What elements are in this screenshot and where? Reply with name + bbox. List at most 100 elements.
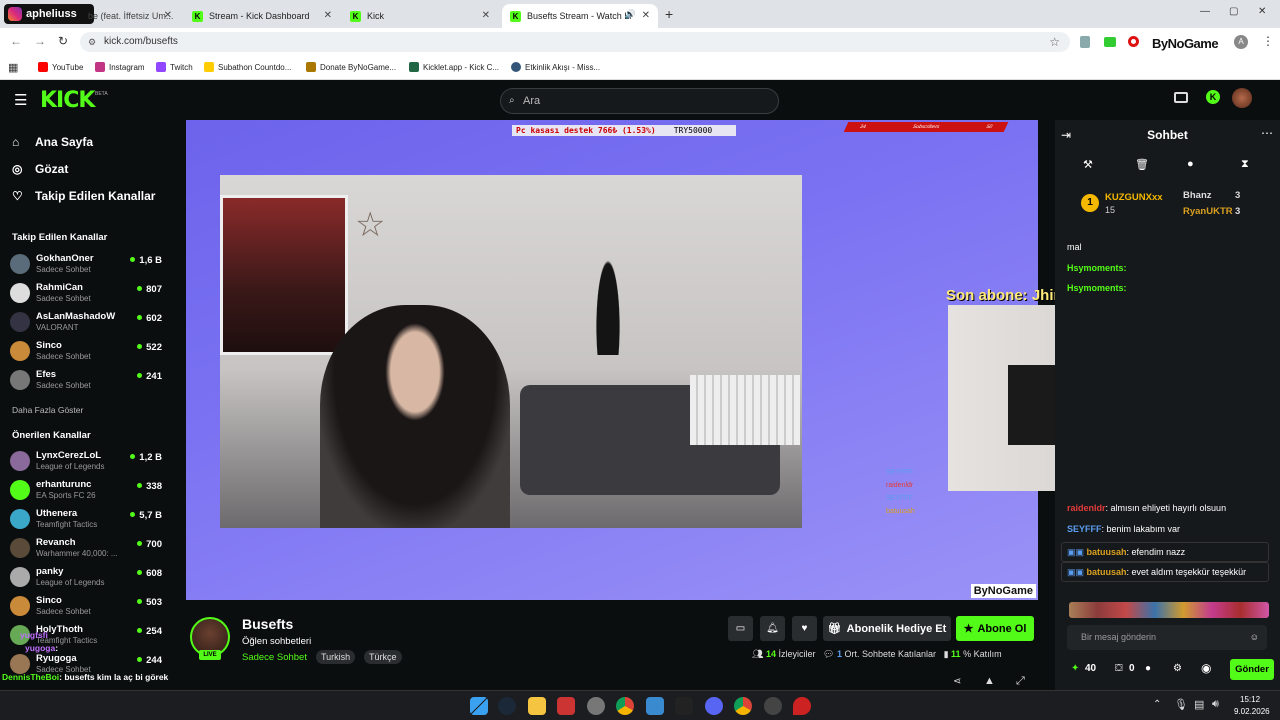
new-tab-icon[interactable]: + <box>665 6 673 22</box>
chrome-icon[interactable] <box>616 697 634 715</box>
speaker-icon[interactable]: 🔊 <box>625 9 636 20</box>
trash-icon[interactable]: 🗑︎ <box>1135 158 1149 171</box>
channel-panky[interactable]: panky League of Legends 608 <box>10 564 162 590</box>
kick-k-icon[interactable]: K <box>1206 90 1220 104</box>
site-info-icon[interactable]: ⚙ <box>88 32 96 52</box>
leaderboard-top-name[interactable]: KUZGUNXxx <box>1105 192 1163 203</box>
window-close-icon[interactable]: ✕ <box>1258 6 1266 17</box>
bookmark-star-icon[interactable]: ☆ <box>1049 32 1060 52</box>
ticket-icon[interactable] <box>1174 92 1188 103</box>
leaderboard-second-name[interactable]: Bhanz <box>1183 190 1212 201</box>
channel-efes[interactable]: Efes Sadece Sohbet 241 <box>10 367 162 393</box>
bookmark-subathon[interactable]: Subathon Countdo... <box>204 62 291 72</box>
clock-time[interactable]: 15:12 <box>1240 695 1260 704</box>
settings-gear-icon[interactable]: ⚙ <box>1173 663 1182 674</box>
search-input[interactable]: ⌕ Ara <box>500 88 779 114</box>
report-icon[interactable]: ▲ <box>984 675 995 687</box>
points-icon[interactable]: ✦ <box>1071 663 1079 674</box>
bookmark-twitch[interactable]: Twitch <box>156 62 193 72</box>
account-avatar-icon[interactable]: A <box>1234 35 1248 49</box>
stream-category[interactable]: Sadece Sohbet <box>242 652 307 663</box>
extension-opera-icon[interactable] <box>1128 36 1139 47</box>
channel-aslanmashadow[interactable]: AsLanMashadoW VALORANT 602 <box>10 309 162 335</box>
clip-button[interactable]: ▭ <box>728 616 753 641</box>
file-explorer-icon[interactable] <box>528 697 546 715</box>
steam-icon[interactable] <box>498 697 516 715</box>
app4-icon[interactable] <box>793 697 811 715</box>
gift-subscription-button[interactable]: 🎁︎ Abonelik Hediye Et <box>823 616 951 641</box>
nav-following[interactable]: ♡ Takip Edilen Kanallar <box>12 189 155 203</box>
share-icon[interactable]: ⋖ <box>953 676 961 687</box>
back-icon[interactable]: ← <box>10 34 22 48</box>
video-player[interactable]: Pc kasası destek 766₺ (1.53%) TRY50000 34… <box>186 120 1038 600</box>
close-icon[interactable]: ✕ <box>164 10 172 21</box>
channel-revanch[interactable]: Revanch Warhammer 40,000: ... 700 <box>10 535 162 561</box>
chat-bubble-icon[interactable]: ● <box>1187 158 1194 170</box>
discord-icon[interactable]: ◉ <box>1201 661 1211 675</box>
pin-icon[interactable]: ⚒ <box>1083 158 1093 171</box>
bookmark-youtube[interactable]: YouTube <box>38 62 83 72</box>
notification-button[interactable]: 🔔︎ <box>760 616 785 641</box>
channel-erhanturunc[interactable]: erhanturunc EA Sports FC 26 338 <box>10 477 162 503</box>
chat-input[interactable]: Bir mesaj gönderin ☺ <box>1067 625 1267 650</box>
profile-badge[interactable]: apheliuss <box>4 4 94 24</box>
network-icon[interactable]: ▤ <box>1194 698 1204 711</box>
tab-kick[interactable]: K Kick ✕ <box>342 4 498 28</box>
minimize-icon[interactable]: — <box>1200 6 1210 17</box>
apps-grid-icon[interactable]: ▦ <box>8 61 18 74</box>
epic-icon[interactable] <box>675 697 693 715</box>
obs-icon[interactable] <box>557 697 575 715</box>
app3-icon[interactable] <box>764 697 782 715</box>
chrome-icon[interactable] <box>734 697 752 715</box>
mic-icon[interactable]: 🎙︎ <box>1174 698 1188 711</box>
user-avatar[interactable] <box>1232 88 1252 108</box>
channel-sinco[interactable]: Sinco Sadece Sohbet 522 <box>10 338 162 364</box>
menu-dots-icon[interactable]: ⋮ <box>1262 34 1274 48</box>
show-more-link[interactable]: Daha Fazla Göster <box>12 405 83 415</box>
chat-more-icon[interactable]: ⋯ <box>1261 126 1273 140</box>
tray-chevron-icon[interactable]: ⌃ <box>1153 699 1161 710</box>
close-icon[interactable]: ✕ <box>324 10 332 21</box>
nav-browse[interactable]: ◎ Gözat <box>12 162 68 176</box>
vault-icon[interactable]: ⛋ <box>1115 663 1123 674</box>
subscribe-button[interactable]: ★ Abone Ol <box>956 616 1034 641</box>
url-field[interactable]: ⚙ kick.com/busefts ☆ <box>80 32 1070 52</box>
close-icon[interactable]: ✕ <box>482 10 490 21</box>
discord-icon[interactable] <box>705 697 723 715</box>
tab-busefts-stream[interactable]: K Busefts Stream - Watch Live 🔊 ✕ <box>502 4 658 28</box>
tag-turkce[interactable]: Türkçe <box>364 650 402 664</box>
tab-music[interactable]: be (feat. İffetsiz Um... ✕ <box>88 4 180 28</box>
kick-logo[interactable]: KICK <box>40 88 95 113</box>
bookmark-instagram[interactable]: Instagram <box>95 62 145 72</box>
channel-rahmican[interactable]: RahmiCan Sadece Sohbet 807 <box>10 280 162 306</box>
volume-icon[interactable]: 🔊︎ <box>1212 698 1219 711</box>
bookmark-donate-bynogame[interactable]: Donate ByNoGame... <box>306 62 396 72</box>
channel-sinco[interactable]: Sinco Sadece Sohbet 503 <box>10 593 162 619</box>
clock-date[interactable]: 9.02.2026 <box>1234 707 1270 716</box>
emote-bar[interactable] <box>1069 602 1269 618</box>
extension-green-icon[interactable] <box>1104 37 1116 47</box>
channel-gokhanoner[interactable]: GokhanOner Sadece Sohbet 1,6 B <box>10 251 162 277</box>
maximize-icon[interactable]: ▢ <box>1229 6 1238 17</box>
channel-lynxcerezlol[interactable]: LynxCerezLoL League of Legends 1,2 B <box>10 448 162 474</box>
extension-shield-icon[interactable] <box>1080 36 1090 48</box>
chat-bubble-icon[interactable]: ● <box>1145 663 1151 674</box>
bookmark-kicklet[interactable]: Kicklet.app - Kick C... <box>409 62 499 72</box>
reload-icon[interactable]: ↻ <box>58 34 68 48</box>
channel-uthenera[interactable]: Uthenera Teamfight Tactics 5,7 B <box>10 506 162 532</box>
follow-button[interactable]: ♥ <box>792 616 817 641</box>
hamburger-menu-icon[interactable]: ☰ <box>14 91 27 109</box>
leaderboard-third-name[interactable]: RyanUKTR <box>1183 206 1233 217</box>
forward-icon[interactable]: → <box>34 34 46 48</box>
theater-mode-icon[interactable]: ⤢ <box>1016 675 1025 688</box>
streamer-name[interactable]: Busefts <box>242 616 293 632</box>
bookmark-etkinlik[interactable]: Etkinlik Akışı - Miss... <box>511 62 600 72</box>
close-icon[interactable]: ✕ <box>642 10 650 21</box>
windows-start-icon[interactable] <box>470 697 488 715</box>
tab-kick-dashboard[interactable]: K Stream - Kick Dashboard ✕ <box>184 4 340 28</box>
emoji-icon[interactable]: ☺ <box>1250 625 1259 650</box>
bynogame-extension[interactable]: ByNoGame <box>1152 36 1219 51</box>
nav-home[interactable]: ⌂ Ana Sayfa <box>12 135 93 149</box>
app2-icon[interactable] <box>646 697 664 715</box>
hourglass-icon[interactable]: ⧗ <box>1241 158 1249 171</box>
